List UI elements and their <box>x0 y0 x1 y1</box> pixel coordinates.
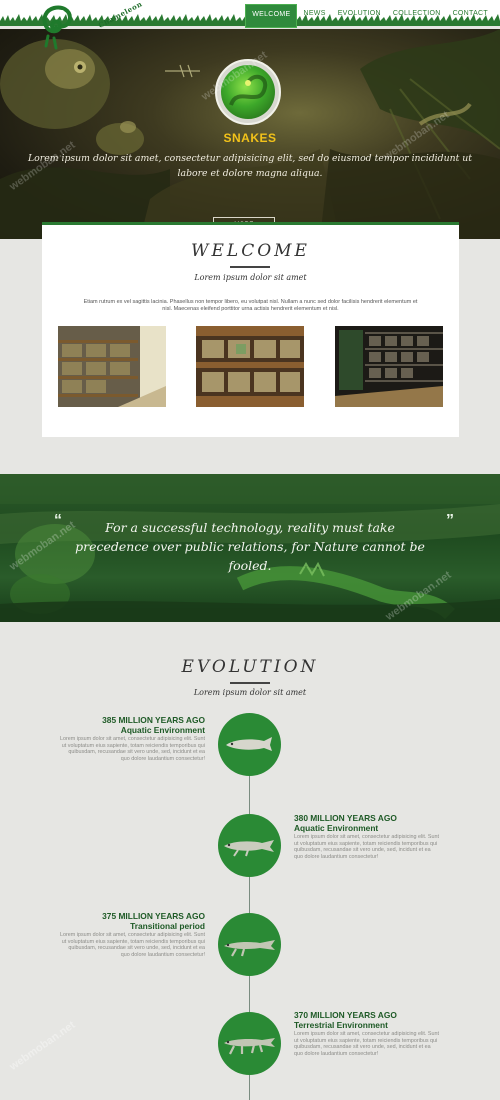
welcome-body: Etiam rutrum ex vel sagittis lacinia. Ph… <box>83 299 418 312</box>
nav-welcome[interactable]: WELCOME <box>245 4 298 28</box>
site-logo[interactable]: Chameleon <box>40 0 144 50</box>
evolution-subtitle: Lorem ipsum dolor sit amet <box>193 688 307 697</box>
welcome-title: WELCOME <box>191 241 310 261</box>
hero-text: Lorem ipsum dolor sit amet, consectetur … <box>28 153 472 179</box>
quote-text: For a successful technology, reality mus… <box>75 520 425 573</box>
snake-icon <box>221 65 275 119</box>
evolution-divider <box>230 682 270 684</box>
timeline-circle-3[interactable] <box>218 913 281 976</box>
nav-collection[interactable]: COLLECTION <box>387 4 447 28</box>
main-nav: WELCOME NEWS EVOLUTION COLLECTION CONTAC… <box>245 4 494 28</box>
timeline-entry-1: 385 MILLION YEARS AGO Aquatic Environmen… <box>60 716 205 762</box>
welcome-card: WELCOME Lorem ipsum dolor sit amet Etiam… <box>42 222 459 437</box>
welcome-subtitle: Lorem ipsum dolor sit amet <box>194 273 307 282</box>
gallery-image-1[interactable] <box>58 326 166 407</box>
timeline-desc-4: Lorem ipsum dolor sit amet, consectetur … <box>294 1031 440 1057</box>
timeline-env-4: Terrestrial Environment <box>294 1020 388 1030</box>
nav-evolution[interactable]: EVOLUTION <box>332 4 387 28</box>
evolution-title: EVOLUTION <box>181 657 319 677</box>
gallery-image-3[interactable] <box>335 326 443 407</box>
nav-news[interactable]: NEWS <box>297 4 331 28</box>
timeline-circle-4[interactable] <box>218 1012 281 1075</box>
tetrapod-icon <box>224 1038 275 1055</box>
quote-close-icon: ” <box>446 512 454 529</box>
timeline-desc-2: Lorem ipsum dolor sit amet, consectetur … <box>294 834 440 860</box>
watermark: webmoban.net <box>7 1018 78 1074</box>
fish-icon <box>226 737 272 751</box>
hero-title: SNAKES <box>223 131 277 145</box>
chameleon-icon <box>42 5 73 50</box>
timeline-period-2: 380 MILLION YEARS AGO <box>294 813 397 823</box>
tiktaalik-icon <box>224 940 275 957</box>
quote-open-icon: “ <box>54 512 62 529</box>
timeline-period-3: 375 MILLION YEARS AGO <box>102 911 205 921</box>
timeline-env-3: Transitional period <box>130 921 205 931</box>
gallery <box>58 326 443 407</box>
lobe-fish-icon <box>224 840 274 857</box>
timeline-period-1: 385 MILLION YEARS AGO <box>102 715 205 725</box>
quote-band: “ ” For a successful technology, reality… <box>0 474 500 622</box>
nav-contact[interactable]: CONTACT <box>447 4 494 28</box>
timeline-desc-1: Lorem ipsum dolor sit amet, consectetur … <box>60 736 206 762</box>
hero-badge <box>215 59 281 125</box>
timeline-entry-2: 380 MILLION YEARS AGO Aquatic Environmen… <box>294 814 439 860</box>
timeline-env-1: Aquatic Environment <box>120 725 205 735</box>
gallery-image-2[interactable] <box>196 326 304 407</box>
timeline-period-4: 370 MILLION YEARS AGO <box>294 1010 397 1020</box>
hero-banner: SNAKES Lorem ipsum dolor sit amet, conse… <box>0 29 500 239</box>
timeline-circle-2[interactable] <box>218 814 281 877</box>
timeline-circle-1[interactable] <box>218 713 281 776</box>
welcome-divider <box>230 266 270 268</box>
timeline-entry-3: 375 MILLION YEARS AGO Transitional perio… <box>60 912 205 958</box>
timeline-env-2: Aquatic Environment <box>294 823 379 833</box>
timeline-entry-4: 370 MILLION YEARS AGO Terrestrial Enviro… <box>294 1011 439 1057</box>
timeline-desc-3: Lorem ipsum dolor sit amet, consectetur … <box>60 932 206 958</box>
